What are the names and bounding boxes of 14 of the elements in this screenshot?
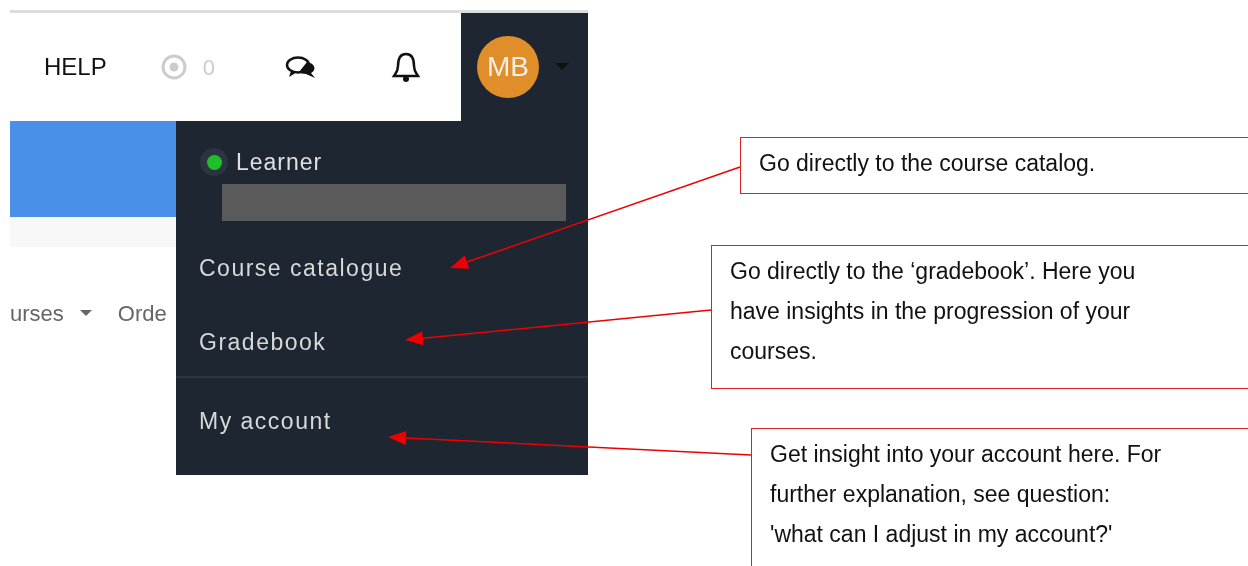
nav-item[interactable]: Orde	[117, 297, 167, 330]
bell-icon[interactable]	[390, 51, 421, 83]
nav-item[interactable]: urses	[10, 297, 64, 330]
user-role: Learner	[236, 148, 323, 177]
status-indicator	[200, 148, 228, 177]
help-link[interactable]: HELP	[44, 49, 107, 85]
menu-item[interactable]: My account	[176, 403, 332, 438]
menu-item[interactable]: Course catalogue	[176, 250, 404, 285]
caret-icon	[555, 63, 569, 71]
menu-item[interactable]: Gradebook	[176, 325, 327, 360]
target-icon	[160, 54, 187, 80]
callout-note: Go directly to the ‘gradebook’. Here you have insights in the progression of your courses.	[711, 245, 1248, 389]
callout-note: Go directly to the course catalog.	[740, 137, 1248, 194]
callout-note: Get insight into your account here. For further explanation, see question: 'what can I adjust in my account?'	[751, 428, 1248, 566]
